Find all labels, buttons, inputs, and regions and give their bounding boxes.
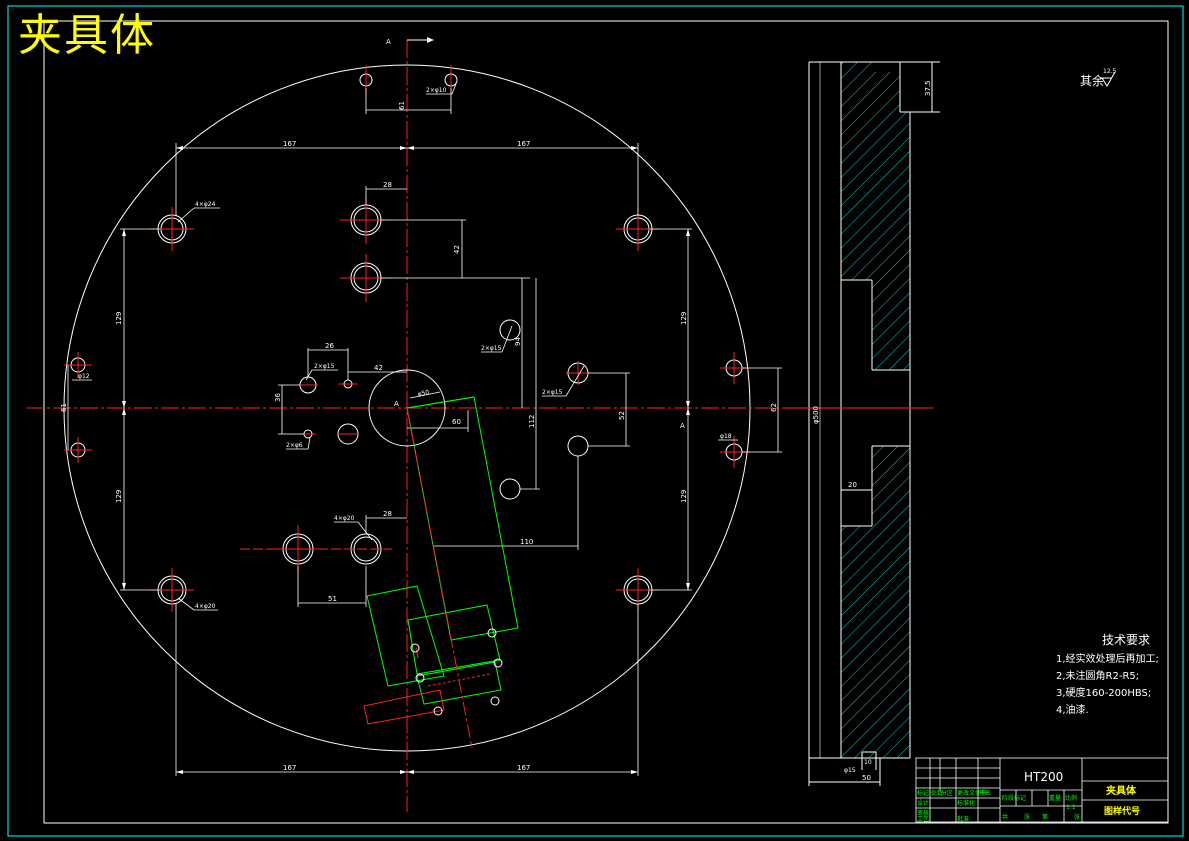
tb-total: 共 [1002, 813, 1008, 821]
dim-167-bottom-left: 167 [283, 764, 296, 772]
tb-design: 设计 [917, 799, 929, 807]
part-name-text: 夹具体 [1106, 784, 1137, 797]
center-mark-a: A [394, 400, 399, 408]
drawing-canvas: A A A 167 167 61 28 42 129 129 129 129 6… [7, 5, 1184, 837]
callout-15: φ15 [844, 767, 856, 774]
tb-zone: 分区 [941, 789, 953, 797]
callout-2x15-a: 2×φ15 [314, 363, 335, 370]
dim-10: 10 [864, 759, 872, 766]
dim-62-right: 62 [770, 403, 778, 412]
tb-mark: 标记 [917, 789, 929, 797]
dim-167-right: 167 [517, 140, 530, 148]
tb-sheet-2: 张 [1074, 813, 1080, 821]
dim-110: 110 [520, 538, 533, 546]
dim-26: 26 [325, 342, 334, 350]
tb-stage: 阶段标记 [1002, 794, 1026, 802]
tb-craft: 工艺 [917, 815, 929, 823]
dim-42-vert: 42 [453, 245, 461, 254]
dim-60: 60 [452, 418, 461, 426]
tech-heading: 技术要求 [1102, 633, 1151, 647]
dim-52: 52 [618, 411, 626, 420]
outer-frame [7, 5, 1184, 837]
dim-51: 51 [328, 595, 337, 603]
tech-item-2: 2,未注圆角R2-R5; [1056, 671, 1140, 682]
callout-4x20-b: 4×φ20 [334, 515, 355, 522]
dim-167-bottom-right: 167 [517, 764, 530, 772]
drawing-code-label: 图样代号 [1104, 805, 1140, 817]
section-view: φ500 20 37.5 50 10 φ15 [800, 61, 940, 786]
tb-approve: 批准 [957, 815, 969, 823]
section-mark-right: A [680, 422, 685, 430]
tb-std: 标准化 [957, 799, 975, 807]
dim-112: 112 [528, 415, 536, 428]
tb-sign: 签名 [979, 789, 991, 797]
tech-requirements: 技术要求 1,经实效处理后再加工; 2,未注圆角R2-R5; 3,硬度160-2… [1056, 632, 1159, 719]
material-text: HT200 [1024, 770, 1063, 784]
dim-61-left: 61 [60, 403, 68, 412]
inner-frame [43, 20, 1169, 824]
roughness-note: 其余 [1080, 74, 1105, 88]
roughness-value: 12.5 [1103, 68, 1117, 75]
tb-sheet: 张 [1024, 813, 1030, 821]
dim-28-lower: 28 [383, 510, 392, 518]
tb-ratio: 比例 [1065, 794, 1077, 802]
dim-36: 36 [274, 393, 282, 402]
callout-50: φ50 [417, 389, 430, 398]
dim-129-left-bottom: 129 [115, 490, 123, 503]
dim-20: 20 [848, 481, 857, 489]
callout-18: φ18 [720, 433, 732, 440]
dim-28-top: 28 [383, 181, 392, 189]
dim-37-5: 37.5 [924, 80, 932, 96]
callout-4x20-a: 4×φ20 [195, 603, 216, 610]
dim-129-right-bottom: 129 [680, 490, 688, 503]
callout-4x24: 4×φ24 [195, 201, 216, 208]
tech-item-3: 3,硬度160-200HBS; [1056, 688, 1152, 699]
dim-129-right-top: 129 [680, 312, 688, 325]
dim-129-left-top: 129 [115, 312, 123, 325]
tb-page: 第 [1042, 813, 1048, 821]
callout-2x15-c: 2×φ15 [542, 389, 563, 396]
dim-61-top: 61 [398, 101, 406, 110]
callout-2x15-b: 2×φ15 [481, 345, 502, 352]
dim-167-left: 167 [283, 140, 296, 148]
section-mark-top: A [386, 38, 391, 46]
dim-500: φ500 [812, 406, 820, 424]
callout-2x10: 2×φ10 [426, 87, 447, 94]
plan-view: A A A 167 167 61 28 42 129 129 129 129 6… [26, 37, 934, 812]
tech-item-1: 1,经实效处理后再加工; [1056, 654, 1159, 665]
dim-94: 94 [514, 337, 522, 346]
dim-50: 50 [862, 774, 871, 782]
drawing-title: 夹具体 [18, 10, 156, 61]
tech-item-4: 4,油漆. [1056, 705, 1089, 716]
callout-12: φ12 [78, 373, 90, 380]
tb-weight: 重量 [1049, 794, 1061, 802]
callout-2x6: 2×φ6 [286, 442, 303, 449]
dim-42-mid: 42 [374, 364, 383, 372]
tb-scale: 1:1 [1066, 804, 1076, 811]
